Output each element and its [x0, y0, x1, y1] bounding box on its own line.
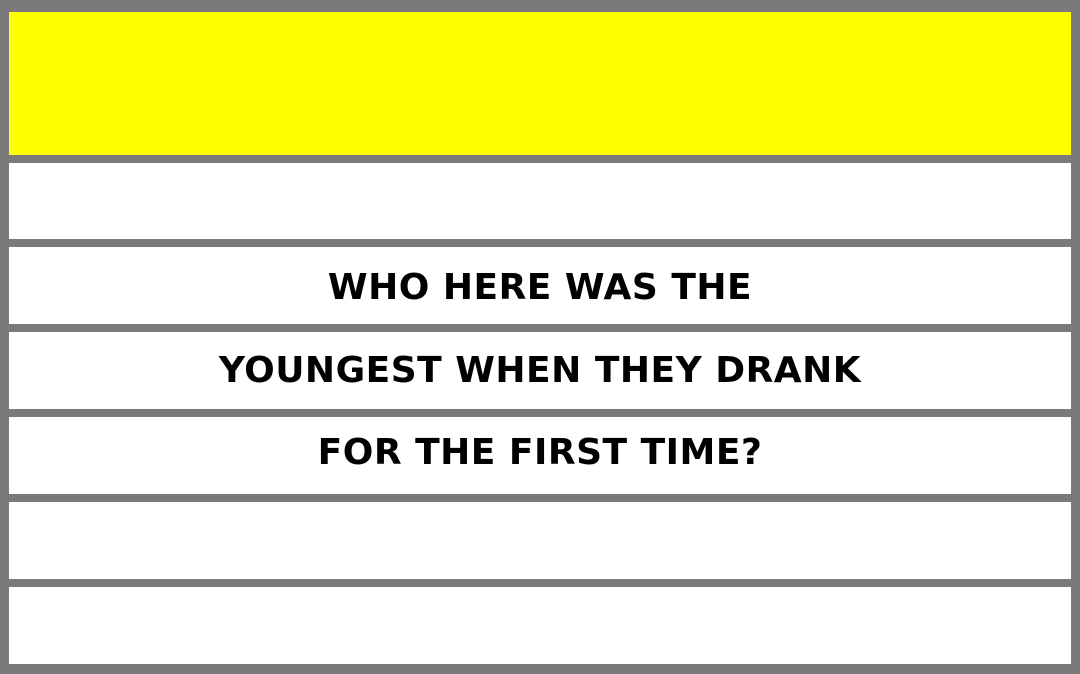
question-line-3: FOR THE FIRST TIME?	[317, 431, 763, 473]
blank-row-6	[9, 587, 1071, 664]
question-row-1: WHO HERE WAS THE	[9, 247, 1071, 324]
question-line-2: YOUNGEST WHEN THEY DRANK	[218, 349, 862, 391]
blank-row-1	[9, 163, 1071, 239]
question-line-1: WHO HERE WAS THE	[327, 266, 753, 308]
header-band	[9, 12, 1071, 155]
question-row-3: FOR THE FIRST TIME?	[9, 417, 1071, 494]
question-row-2: YOUNGEST WHEN THEY DRANK	[9, 332, 1071, 409]
blank-row-5	[9, 502, 1071, 579]
question-card: WHO HERE WAS THE YOUNGEST WHEN THEY DRAN…	[0, 0, 1080, 674]
